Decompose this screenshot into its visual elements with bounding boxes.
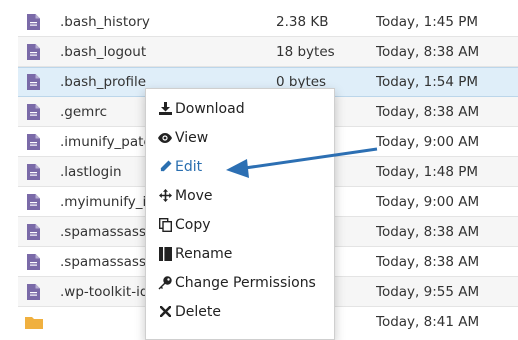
annotation-arrow <box>226 147 378 178</box>
arrow-head <box>226 159 249 178</box>
arrow-line <box>244 147 378 170</box>
